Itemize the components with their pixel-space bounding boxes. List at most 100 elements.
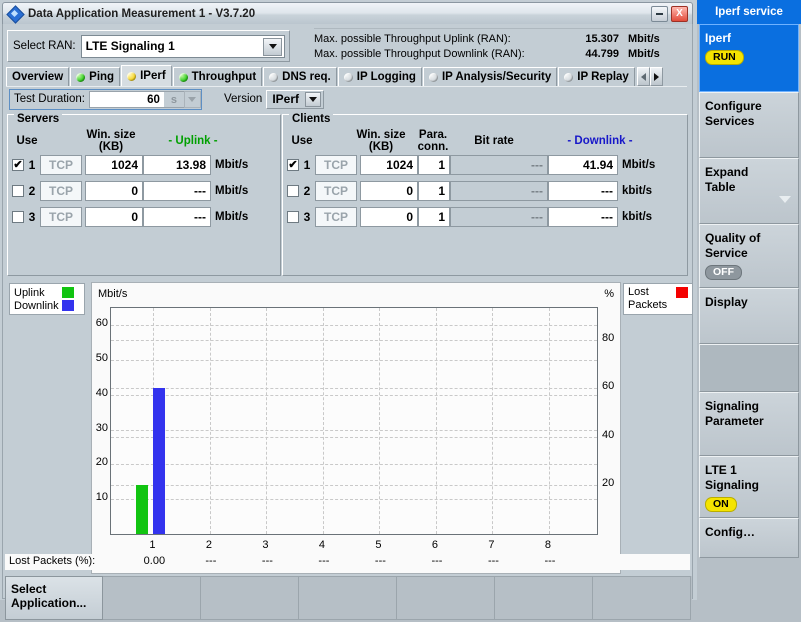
servers-winsize-input[interactable]: 0 <box>85 207 143 227</box>
sidebar-item-label: Config… <box>705 525 755 539</box>
clients-winsize-input[interactable]: 0 <box>360 207 418 227</box>
chart-x-tick-label: 7 <box>488 539 495 551</box>
bottom-toolbar-button-select-application[interactable]: Select Application... <box>5 576 103 620</box>
window-controls: X <box>651 6 688 22</box>
test-duration-spinner[interactable] <box>183 90 201 108</box>
clients-protocol-cell: TCP <box>315 207 357 227</box>
clients-winsize-input[interactable]: 1024 <box>360 155 418 175</box>
legend-item: Downlink <box>14 299 84 312</box>
ran-select[interactable]: LTE Signaling 1 <box>80 34 285 58</box>
clients-downlink-unit: Mbit/s <box>622 159 656 171</box>
chevron-down-icon[interactable] <box>305 91 321 107</box>
bottom-toolbar-slot <box>103 576 201 620</box>
chevron-down-icon <box>779 196 791 203</box>
max-throughput-downlink-row: Max. possible Throughput Downlink (RAN):… <box>314 46 686 61</box>
sidebar-item-display[interactable]: Display <box>699 288 799 344</box>
clients-parallel-conn-input[interactable]: 1 <box>418 181 450 201</box>
max-throughput-downlink-unit: Mbit/s <box>628 47 660 60</box>
sidebar-item-label: Configure Services <box>705 99 762 128</box>
tab-status-led-gray <box>428 72 438 82</box>
servers-use-checkbox[interactable] <box>12 185 24 197</box>
servers-group-title: Servers <box>14 113 63 125</box>
tab-label: DNS req. <box>282 71 331 83</box>
clients-header-para: Para. <box>418 129 448 141</box>
chart-y-tick-label: 10 <box>95 491 108 504</box>
chevron-down-icon[interactable] <box>263 37 282 56</box>
chart-plot-area <box>110 307 598 535</box>
servers-winsize-input[interactable]: 0 <box>85 181 143 201</box>
tab-ip-analysis-security[interactable]: IP Analysis/Security <box>422 67 558 86</box>
chart-gridline-v <box>548 308 550 534</box>
clients-winsize-input[interactable]: 0 <box>360 181 418 201</box>
max-throughput-uplink-unit: Mbit/s <box>628 32 660 45</box>
tab-ip-replay[interactable]: IP Replay <box>558 67 635 86</box>
servers-uplink-unit: Mbit/s <box>215 159 249 171</box>
tab-ping[interactable]: Ping <box>70 67 121 86</box>
clients-header-bitrate: Bit rate <box>474 135 514 147</box>
servers-uplink-value[interactable]: --- <box>143 181 211 201</box>
chart-x-tick-label: 2 <box>205 539 212 551</box>
tab-label: Ping <box>89 71 115 83</box>
chart-gridline-h <box>111 464 597 466</box>
sidebar-item-iperf[interactable]: Iperf RUN <box>699 24 799 92</box>
clients-table-row: ✔ 1 TCP 1024 1 --- 41.94 Mbit/s <box>287 153 683 177</box>
clients-parallel-conn-input[interactable]: 1 <box>418 155 450 175</box>
servers-use-checkbox[interactable]: ✔ <box>12 159 24 171</box>
servers-uplink-unit: Mbit/s <box>215 211 249 223</box>
sidebar-item-label: Expand Table <box>705 165 749 194</box>
clients-downlink-value[interactable]: --- <box>548 207 618 227</box>
chart-y-tick-label: 40 <box>95 386 108 399</box>
sidebar-item-label: LTE 1 Signaling <box>705 463 759 492</box>
legend-item-swatch <box>62 287 74 298</box>
chart-bar-downlink <box>153 388 166 534</box>
tab-label: IP Analysis/Security <box>441 71 552 83</box>
sidebar-item-lte-1-signaling[interactable]: LTE 1 Signaling ON <box>699 456 799 518</box>
ran-selector-group: Select RAN: LTE Signaling 1 <box>7 30 290 62</box>
servers-uplink-value[interactable]: 13.98 <box>143 155 211 175</box>
tab-scroll-right-button[interactable] <box>649 67 663 86</box>
clients-use-checkbox[interactable] <box>287 185 299 197</box>
sidebar-item-label: Display <box>705 295 748 309</box>
sidebar-item-config[interactable]: Config… <box>699 518 799 558</box>
clients-downlink-value[interactable]: --- <box>548 181 618 201</box>
servers-uplink-value[interactable]: --- <box>143 207 211 227</box>
tab-iperf[interactable]: IPerf <box>121 65 172 86</box>
clients-downlink-unit: kbit/s <box>622 185 653 197</box>
tab-dns-req[interactable]: DNS req. <box>263 67 337 86</box>
tab-overview[interactable]: Overview <box>6 67 70 86</box>
chart-gridline-v <box>209 308 211 534</box>
tab-label: IP Replay <box>577 71 629 83</box>
sidebar-item-signaling-parameter[interactable]: Signaling Parameter <box>699 392 799 456</box>
clients-use-checkbox[interactable] <box>287 211 299 223</box>
clients-downlink-value[interactable]: 41.94 <box>548 155 618 175</box>
chart-gridline-v <box>322 308 324 534</box>
sidebar-item-configure-services[interactable]: Configure Services <box>699 92 799 158</box>
ran-select-value: LTE Signaling 1 <box>85 39 175 53</box>
clients-use-checkbox[interactable]: ✔ <box>287 159 299 171</box>
legend-lost-packets-row-2: Packets <box>628 299 692 312</box>
tab-scroll-left-button[interactable] <box>636 67 650 86</box>
sidebar-item-quality-of-service[interactable]: Quality of Service OFF <box>699 224 799 288</box>
lost-packets-label: Lost Packets (%): <box>9 555 96 567</box>
close-icon: X <box>676 8 683 19</box>
test-duration-field[interactable]: Test Duration: 60 s <box>9 88 202 110</box>
servers-uplink-unit: Mbit/s <box>215 185 249 197</box>
sidebar-item-expand-table[interactable]: Expand Table <box>699 158 799 224</box>
tab-ip-logging[interactable]: IP Logging <box>337 67 422 86</box>
servers-use-checkbox[interactable] <box>12 211 24 223</box>
servers-winsize-input[interactable]: 1024 <box>85 155 143 175</box>
minimize-button[interactable] <box>651 6 668 22</box>
chart-gridline-v <box>379 308 381 534</box>
test-duration-input[interactable]: 60 <box>88 90 164 108</box>
clients-header-para2: conn. <box>417 141 449 153</box>
legend-lost-packets-swatch <box>676 287 688 298</box>
version-select[interactable]: IPerf <box>266 89 324 109</box>
chart-y-tick-label-right: 80 <box>602 331 615 344</box>
clients-parallel-conn-input[interactable]: 1 <box>418 207 450 227</box>
close-button[interactable]: X <box>671 6 688 22</box>
max-throughput-downlink-label: Max. possible Throughput Downlink (RAN): <box>314 47 525 60</box>
tab-throughput[interactable]: Throughput <box>172 67 263 86</box>
window-title: Data Application Measurement 1 - V3.7.20 <box>28 8 256 20</box>
max-throughput-uplink-row: Max. possible Throughput Uplink (RAN): 1… <box>314 31 686 46</box>
clients-group-title: Clients <box>289 113 334 125</box>
